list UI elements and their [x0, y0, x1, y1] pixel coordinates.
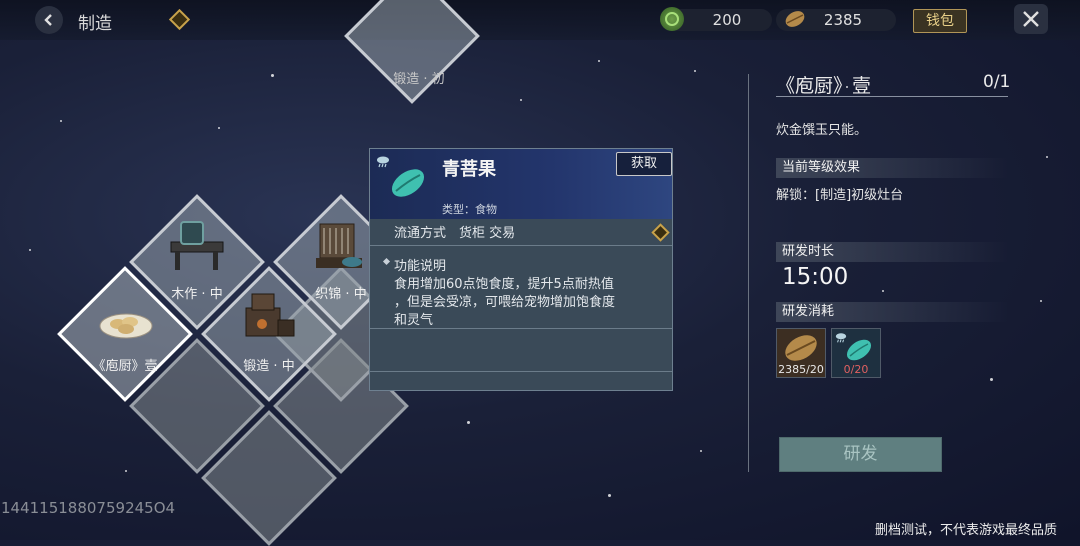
tile-forge-mid-label: 锻造 · 中 [243, 359, 295, 374]
popup-header: 青菩果 获取 类型：食物 [370, 149, 672, 219]
seed-amount: 2385 [823, 11, 863, 29]
item-name: 青菩果 [442, 159, 496, 180]
obtain-button[interactable]: 获取 [616, 152, 672, 176]
cost-header: 研发消耗 [776, 302, 1008, 322]
jade-amount: 200 [712, 11, 742, 29]
function-desc-line3: 和灵气 [394, 313, 434, 328]
table-icon [170, 221, 224, 270]
jade-coin-icon [660, 7, 684, 31]
dumpling-plate-icon [99, 313, 153, 339]
function-title: 功能说明 [394, 259, 447, 274]
divider [370, 245, 672, 246]
green-fruit-icon [846, 339, 872, 361]
divider [370, 371, 672, 372]
green-fruit-icon [391, 169, 425, 197]
chevron-left-icon [44, 14, 52, 26]
forge-icon [245, 293, 295, 337]
cost-amount: 2385/20 [778, 363, 824, 376]
research-button[interactable]: 研发 [779, 437, 942, 472]
unlock-text: 解锁：[制造]初级灶台 [776, 188, 904, 203]
cost-item-green-fruit[interactable]: 0/20 [831, 328, 881, 378]
item-type: 类型：食物 [442, 203, 497, 216]
tile-forge-basic[interactable] [344, 0, 480, 104]
seed-icon [785, 335, 817, 361]
function-desc-line1: 食用增加60点饱食度，提升5点耐热值 [394, 277, 614, 292]
research-duration: 15:00 [782, 264, 849, 290]
function-desc-line2: ，但是会受凉，可喂给宠物增加饱食度 [394, 295, 616, 310]
recipe-count: 0/1 [983, 72, 1011, 92]
divider [776, 96, 1008, 97]
close-icon [1023, 11, 1039, 27]
loom-icon [316, 223, 362, 268]
recipe-description: 炊金馔玉只能。 [776, 123, 868, 138]
recipe-title: 《庖厨》壹 [776, 75, 872, 97]
duration-header: 研发时长 [776, 242, 1008, 262]
tile-kitchen-label: 《庖厨》壹 [92, 359, 158, 374]
cost-amount: 0/20 [843, 363, 869, 376]
item-tooltip-popup: 青菩果 获取 类型：食物 流通方式 货柜 交易 功能说明 食用增加60点饱食度，… [369, 148, 673, 391]
panel-divider [748, 74, 749, 472]
user-id: 1441151880759245O4 [1, 499, 176, 517]
test-disclaimer: 删档测试，不代表游戏最终品质 [875, 523, 1058, 538]
seed-icon [783, 7, 807, 31]
bullet-icon [382, 257, 391, 266]
close-button[interactable] [1014, 4, 1048, 34]
info-diamond-icon[interactable] [168, 8, 191, 31]
cost-item-seed[interactable]: 2385/20 [776, 328, 826, 378]
wallet-button[interactable]: 钱包 [913, 9, 967, 33]
top-bar: 制造 200 2385 钱包 [0, 0, 1080, 40]
tile-forge-basic-label: 锻造 · 初 [393, 72, 445, 87]
divider [370, 328, 672, 329]
page-title: 制造 [78, 14, 112, 34]
back-button[interactable] [35, 6, 63, 34]
current-effect-header: 当前等级效果 [776, 158, 1008, 178]
